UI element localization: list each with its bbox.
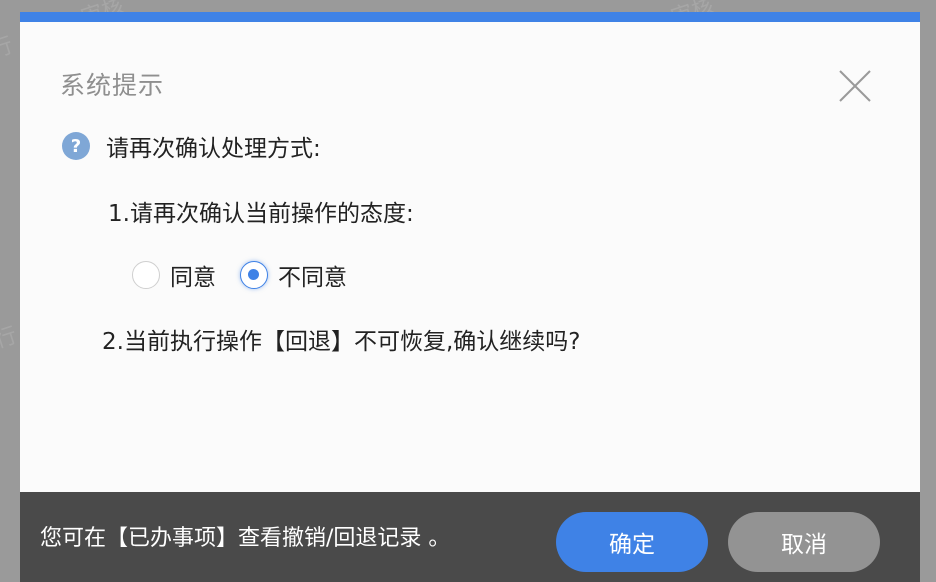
irreversible-warning: 2.当前执行操作【回退】不可恢复,确认继续吗?	[102, 329, 581, 355]
dialog-footer: 您可在【已办事项】查看撤销/回退记录 。 确定 取消	[20, 492, 920, 582]
watermark: 行	[0, 33, 17, 64]
radio-label-agree: 同意	[170, 265, 216, 291]
attitude-prompt: 1.请再次确认当前操作的态度:	[108, 201, 414, 227]
question-icon: ?	[62, 132, 90, 160]
watermark: 行	[0, 323, 21, 354]
radio-option-disagree[interactable]: 不同意	[240, 258, 347, 292]
radio-button-agree[interactable]	[132, 261, 160, 289]
footer-note: 您可在【已办事项】查看撤销/回退记录 。	[40, 526, 451, 551]
question-text: 请再次确认处理方式:	[106, 136, 321, 162]
radio-label-disagree: 不同意	[278, 265, 347, 291]
close-icon	[839, 70, 871, 102]
radio-option-agree[interactable]: 同意	[132, 258, 216, 292]
system-prompt-dialog: 系统提示 ? 请再次确认处理方式: 1.请再次确认当前操作的态度: 同意 不同意…	[20, 12, 920, 582]
question-row: ? 请再次确认处理方式:	[62, 129, 321, 163]
close-button[interactable]	[838, 69, 872, 103]
cancel-button[interactable]: 取消	[728, 512, 880, 572]
radio-button-disagree[interactable]	[240, 261, 268, 289]
confirm-button[interactable]: 确定	[556, 512, 708, 572]
dialog-title: 系统提示	[60, 71, 165, 100]
attitude-radio-group: 同意 不同意	[132, 258, 371, 292]
